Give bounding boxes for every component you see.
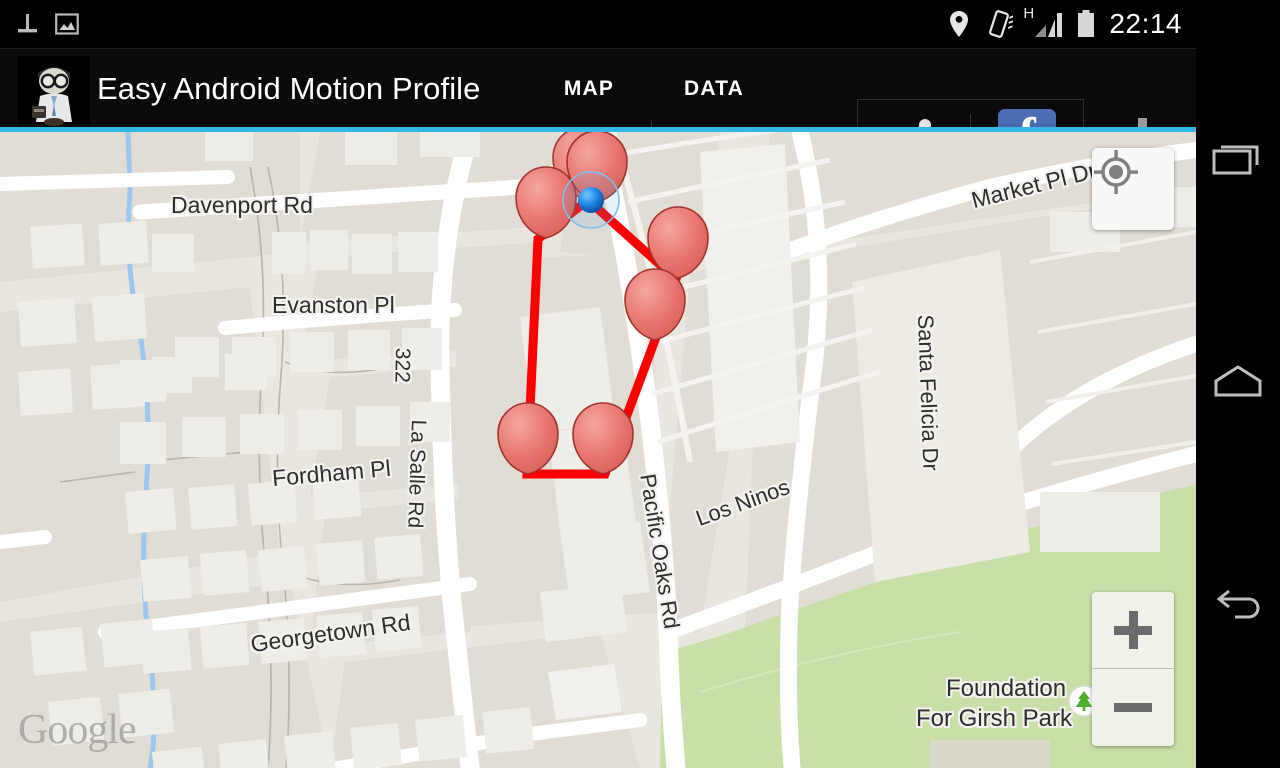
status-bar-clock: 22:14 (1109, 8, 1182, 39)
app-logo-nerd-character[interactable] (18, 56, 90, 126)
signal-strength-icon: H (1023, 5, 1063, 39)
map-view[interactable]: Davenport Rd Evanston Pl 322 La Salle Rd… (0, 132, 1196, 768)
zoom-out-button[interactable] (1092, 669, 1174, 746)
my-location-icon (1094, 150, 1138, 194)
usb-debug-icon (18, 14, 37, 33)
overflow-dot (1137, 117, 1147, 127)
my-location-button[interactable] (1092, 148, 1174, 230)
status-bar-left-icons (14, 0, 80, 48)
android-navigation-bar (1196, 0, 1280, 768)
minus-bar (1114, 703, 1152, 712)
zoom-controls (1092, 592, 1174, 746)
map-canvas (0, 132, 1196, 768)
map-label-for-girsh-park: For Girsh Park (916, 705, 1073, 732)
map-label-foundation: Foundation (946, 675, 1067, 702)
map-label-evanston-pl: Evanston Pl (272, 292, 395, 318)
battery-icon (1078, 10, 1095, 37)
map-label-la-salle-rd: La Salle Rd (403, 419, 430, 529)
android-screen: H 22:14 Easy Android Motion Profile MAP … (0, 0, 1280, 768)
home-icon (1214, 365, 1262, 397)
status-bar-right-icons: H 22:14 (946, 0, 1182, 48)
map-label-322: 322 (390, 347, 414, 384)
back-button[interactable] (1196, 562, 1280, 646)
tab-map[interactable]: MAP (527, 49, 651, 128)
app-title: Easy Android Motion Profile (97, 71, 481, 106)
home-button[interactable] (1196, 340, 1280, 424)
map-label-davenport-rd: Davenport Rd (171, 192, 313, 218)
vibrate-icon (989, 10, 1014, 38)
tab-data[interactable]: DATA (652, 49, 776, 128)
back-arrow-icon (1216, 589, 1260, 619)
recent-apps-button[interactable] (1196, 118, 1280, 202)
plus-vertical-bar (1128, 611, 1138, 649)
action-bar: Easy Android Motion Profile MAP DATA (0, 48, 1196, 177)
screenshot-image-icon (55, 13, 79, 35)
my-location-dot (562, 171, 620, 229)
recent-apps-icon (1212, 145, 1259, 175)
zoom-in-button[interactable] (1092, 592, 1174, 669)
map-label-santa-felicia-dr: Santa Felicia Dr (913, 314, 944, 472)
location-pin-icon (950, 11, 969, 37)
network-type-label: H (1023, 5, 1035, 22)
status-bar: H 22:14 (0, 0, 1196, 48)
google-logo: Google (18, 707, 137, 753)
